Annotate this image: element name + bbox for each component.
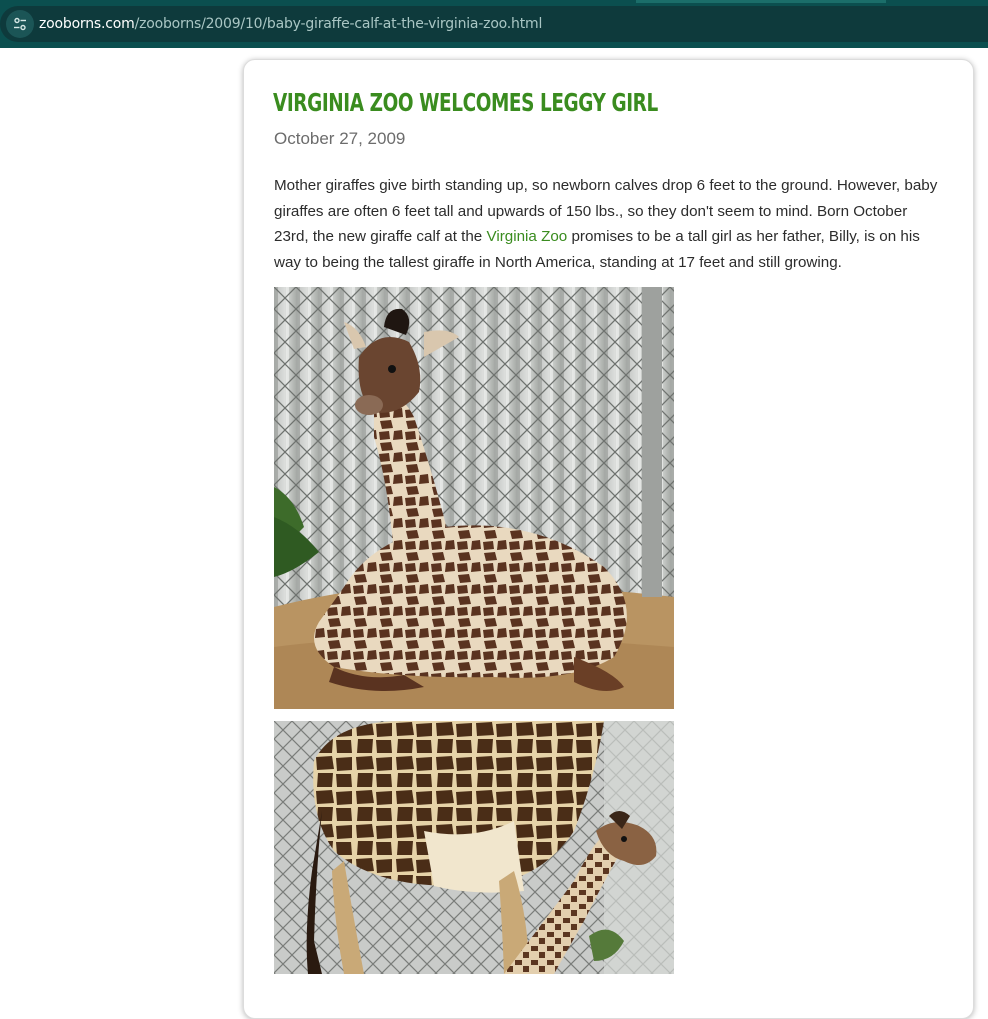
address-bar[interactable]: zooborns.com/zooborns/2009/10/baby-giraf…: [0, 6, 988, 42]
url-domain: zooborns.com: [39, 16, 135, 32]
url-text[interactable]: zooborns.com/zooborns/2009/10/baby-giraf…: [39, 14, 542, 34]
url-path: /zooborns/2009/10/baby-giraffe-calf-at-t…: [134, 16, 543, 32]
giraffe-mother-and-calf-photo[interactable]: [274, 721, 674, 974]
virginia-zoo-link[interactable]: Virginia Zoo: [486, 228, 567, 245]
active-tab-indicator: [636, 0, 886, 3]
tune-icon[interactable]: [6, 10, 34, 38]
giraffe-calf-photo[interactable]: [274, 287, 674, 709]
post-date: October 27, 2009: [274, 129, 406, 148]
post-title[interactable]: Virginia Zoo Welcomes Leggy Girl: [273, 87, 658, 119]
post-body: Mother giraffes give birth standing up, …: [274, 173, 942, 275]
browser-toolbar: zooborns.com/zooborns/2009/10/baby-giraf…: [0, 0, 988, 48]
